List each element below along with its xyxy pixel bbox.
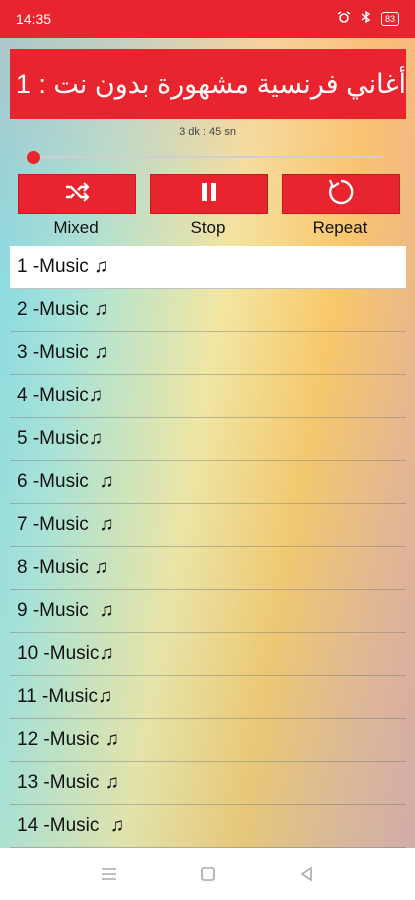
track-row[interactable]: 3 -Music ♫ — [10, 332, 406, 375]
track-row[interactable]: 2 -Music ♫ — [10, 289, 406, 332]
repeat-label: Repeat — [312, 218, 368, 237]
track-list: 1 -Music ♫ 2 -Music ♫ 3 -Music ♫ 4 -Music♫ 5… — [10, 246, 406, 848]
seek-bar[interactable] — [34, 156, 382, 158]
navigation-bar — [0, 848, 415, 900]
home-icon[interactable] — [196, 862, 220, 886]
stop-button[interactable] — [150, 174, 268, 214]
menu-icon[interactable] — [97, 862, 121, 886]
track-row[interactable]: 12 -Music ♫ — [10, 719, 406, 762]
track-row[interactable]: 13 -Music ♫ — [10, 762, 406, 805]
duration-text: 3 dk : 45 sn — [179, 126, 236, 138]
shuffle-icon — [64, 181, 90, 207]
repeat-button[interactable] — [282, 174, 400, 214]
battery-icon: 83 — [380, 11, 399, 26]
repeat-icon — [326, 177, 356, 212]
track-row[interactable]: 6 -Music ♫ — [10, 461, 406, 504]
status-icons: 83 — [337, 10, 399, 26]
track-row[interactable]: 1 -Music ♫ — [10, 246, 406, 289]
track-row[interactable]: 10 -Music♫ — [10, 633, 406, 676]
mixed-label: Mixed — [53, 218, 99, 237]
stop-label: Stop — [190, 218, 226, 237]
back-icon[interactable] — [295, 862, 319, 886]
bluetooth-icon — [360, 10, 372, 26]
player-screen: أغاني فرنسية مشهورة بدون نت : 1 3 dk : 4… — [0, 38, 415, 848]
status-bar: 14:35 83 — [0, 0, 415, 38]
song-title-banner: أغاني فرنسية مشهورة بدون نت : 1 — [10, 49, 406, 119]
alarm-icon — [337, 11, 351, 26]
track-row[interactable]: 5 -Music♫ — [10, 418, 406, 461]
track-row[interactable]: 4 -Music♫ — [10, 375, 406, 418]
track-row[interactable]: 7 -Music ♫ — [10, 504, 406, 547]
mixed-button[interactable] — [18, 174, 136, 214]
song-title: أغاني فرنسية مشهورة بدون نت : 1 — [15, 69, 406, 99]
track-row[interactable]: 8 -Music ♫ — [10, 547, 406, 590]
seek-thumb[interactable] — [27, 151, 40, 164]
track-row[interactable]: 14 -Music ♫ — [10, 805, 406, 848]
pause-icon — [199, 181, 219, 208]
track-row[interactable]: 9 -Music ♫ — [10, 590, 406, 633]
status-time: 14:35 — [16, 11, 52, 27]
track-row[interactable]: 11 -Music♫ — [10, 676, 406, 719]
